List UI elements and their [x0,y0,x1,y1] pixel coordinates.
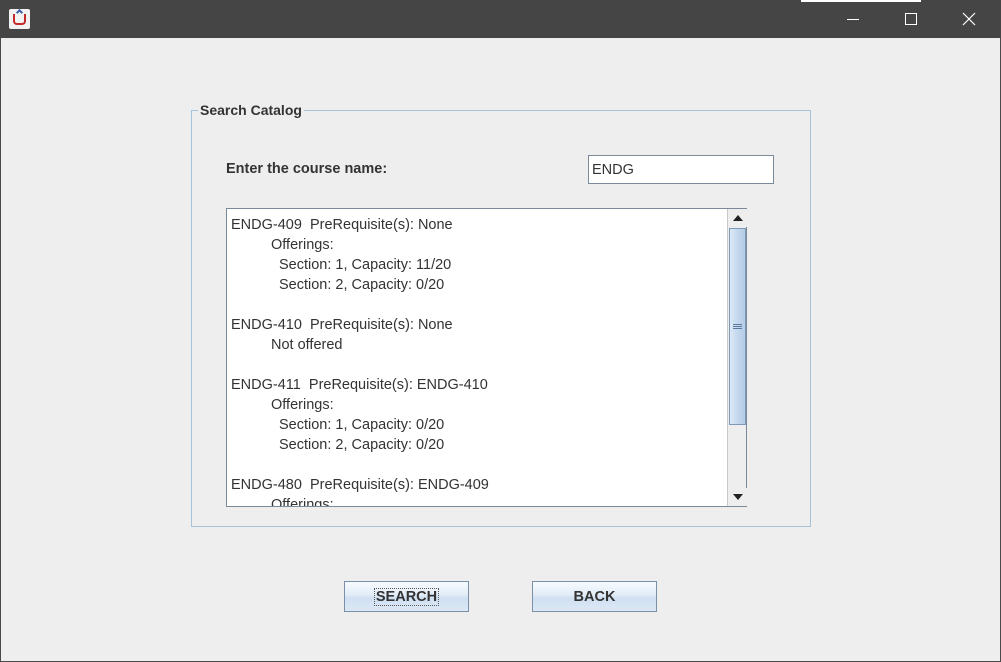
close-icon [962,12,976,26]
search-button[interactable]: SEARCH [344,581,469,612]
course-name-label: Enter the course name: [226,161,388,177]
java-cup-icon [9,8,30,29]
course-status: Offerings: [271,497,334,507]
arrow-up-icon [732,215,743,221]
close-button[interactable] [940,0,998,38]
section-line: Section: 2, Capacity: 0/20 [279,277,445,293]
results-text-area[interactable]: ENDG-409 PreRequisite(s): None Offerings:… [226,208,747,507]
maximize-icon [905,13,917,25]
back-button-label: BACK [573,588,616,605]
course-entry: ENDG-410 PreRequisite(s): None Not offere… [231,315,726,355]
section-line: Section: 1, Capacity: 0/20 [279,417,445,433]
back-button[interactable]: BACK [532,581,657,612]
scroll-up-button[interactable] [728,209,747,227]
scroll-down-button[interactable] [728,488,747,506]
minimize-button[interactable] [824,0,882,38]
title-bar[interactable] [0,0,1001,38]
results-content: ENDG-409 PreRequisite(s): None Offerings:… [231,215,726,507]
section-line: Section: 2, Capacity: 0/20 [279,437,445,453]
grip-icon [733,324,742,329]
course-status: Not offered [271,337,343,353]
course-entry: ENDG-411 PreRequisite(s): ENDG-410 Offeri… [231,375,726,455]
course-header: ENDG-411 PreRequisite(s): ENDG-410 [231,377,488,393]
course-header: ENDG-409 PreRequisite(s): None [231,217,453,233]
course-status: Offerings: [271,237,334,253]
course-header: ENDG-410 PreRequisite(s): None [231,317,453,333]
course-header: ENDG-480 PreRequisite(s): ENDG-409 [231,477,489,493]
course-status: Offerings: [271,397,334,413]
maximize-button[interactable] [882,0,940,38]
course-entry: ENDG-409 PreRequisite(s): None Offerings:… [231,215,726,295]
course-name-input[interactable] [588,155,774,184]
course-entry: ENDG-480 PreRequisite(s): ENDG-409 Offeri… [231,475,726,507]
scroll-thumb[interactable] [729,228,746,425]
section-line: Section: 1, Capacity: 11/20 [279,257,452,273]
minimize-icon [847,18,859,20]
arrow-down-icon [732,494,743,500]
results-scrollbar[interactable] [727,209,747,506]
search-button-label: SEARCH [373,587,440,606]
group-title: Search Catalog [198,102,304,118]
